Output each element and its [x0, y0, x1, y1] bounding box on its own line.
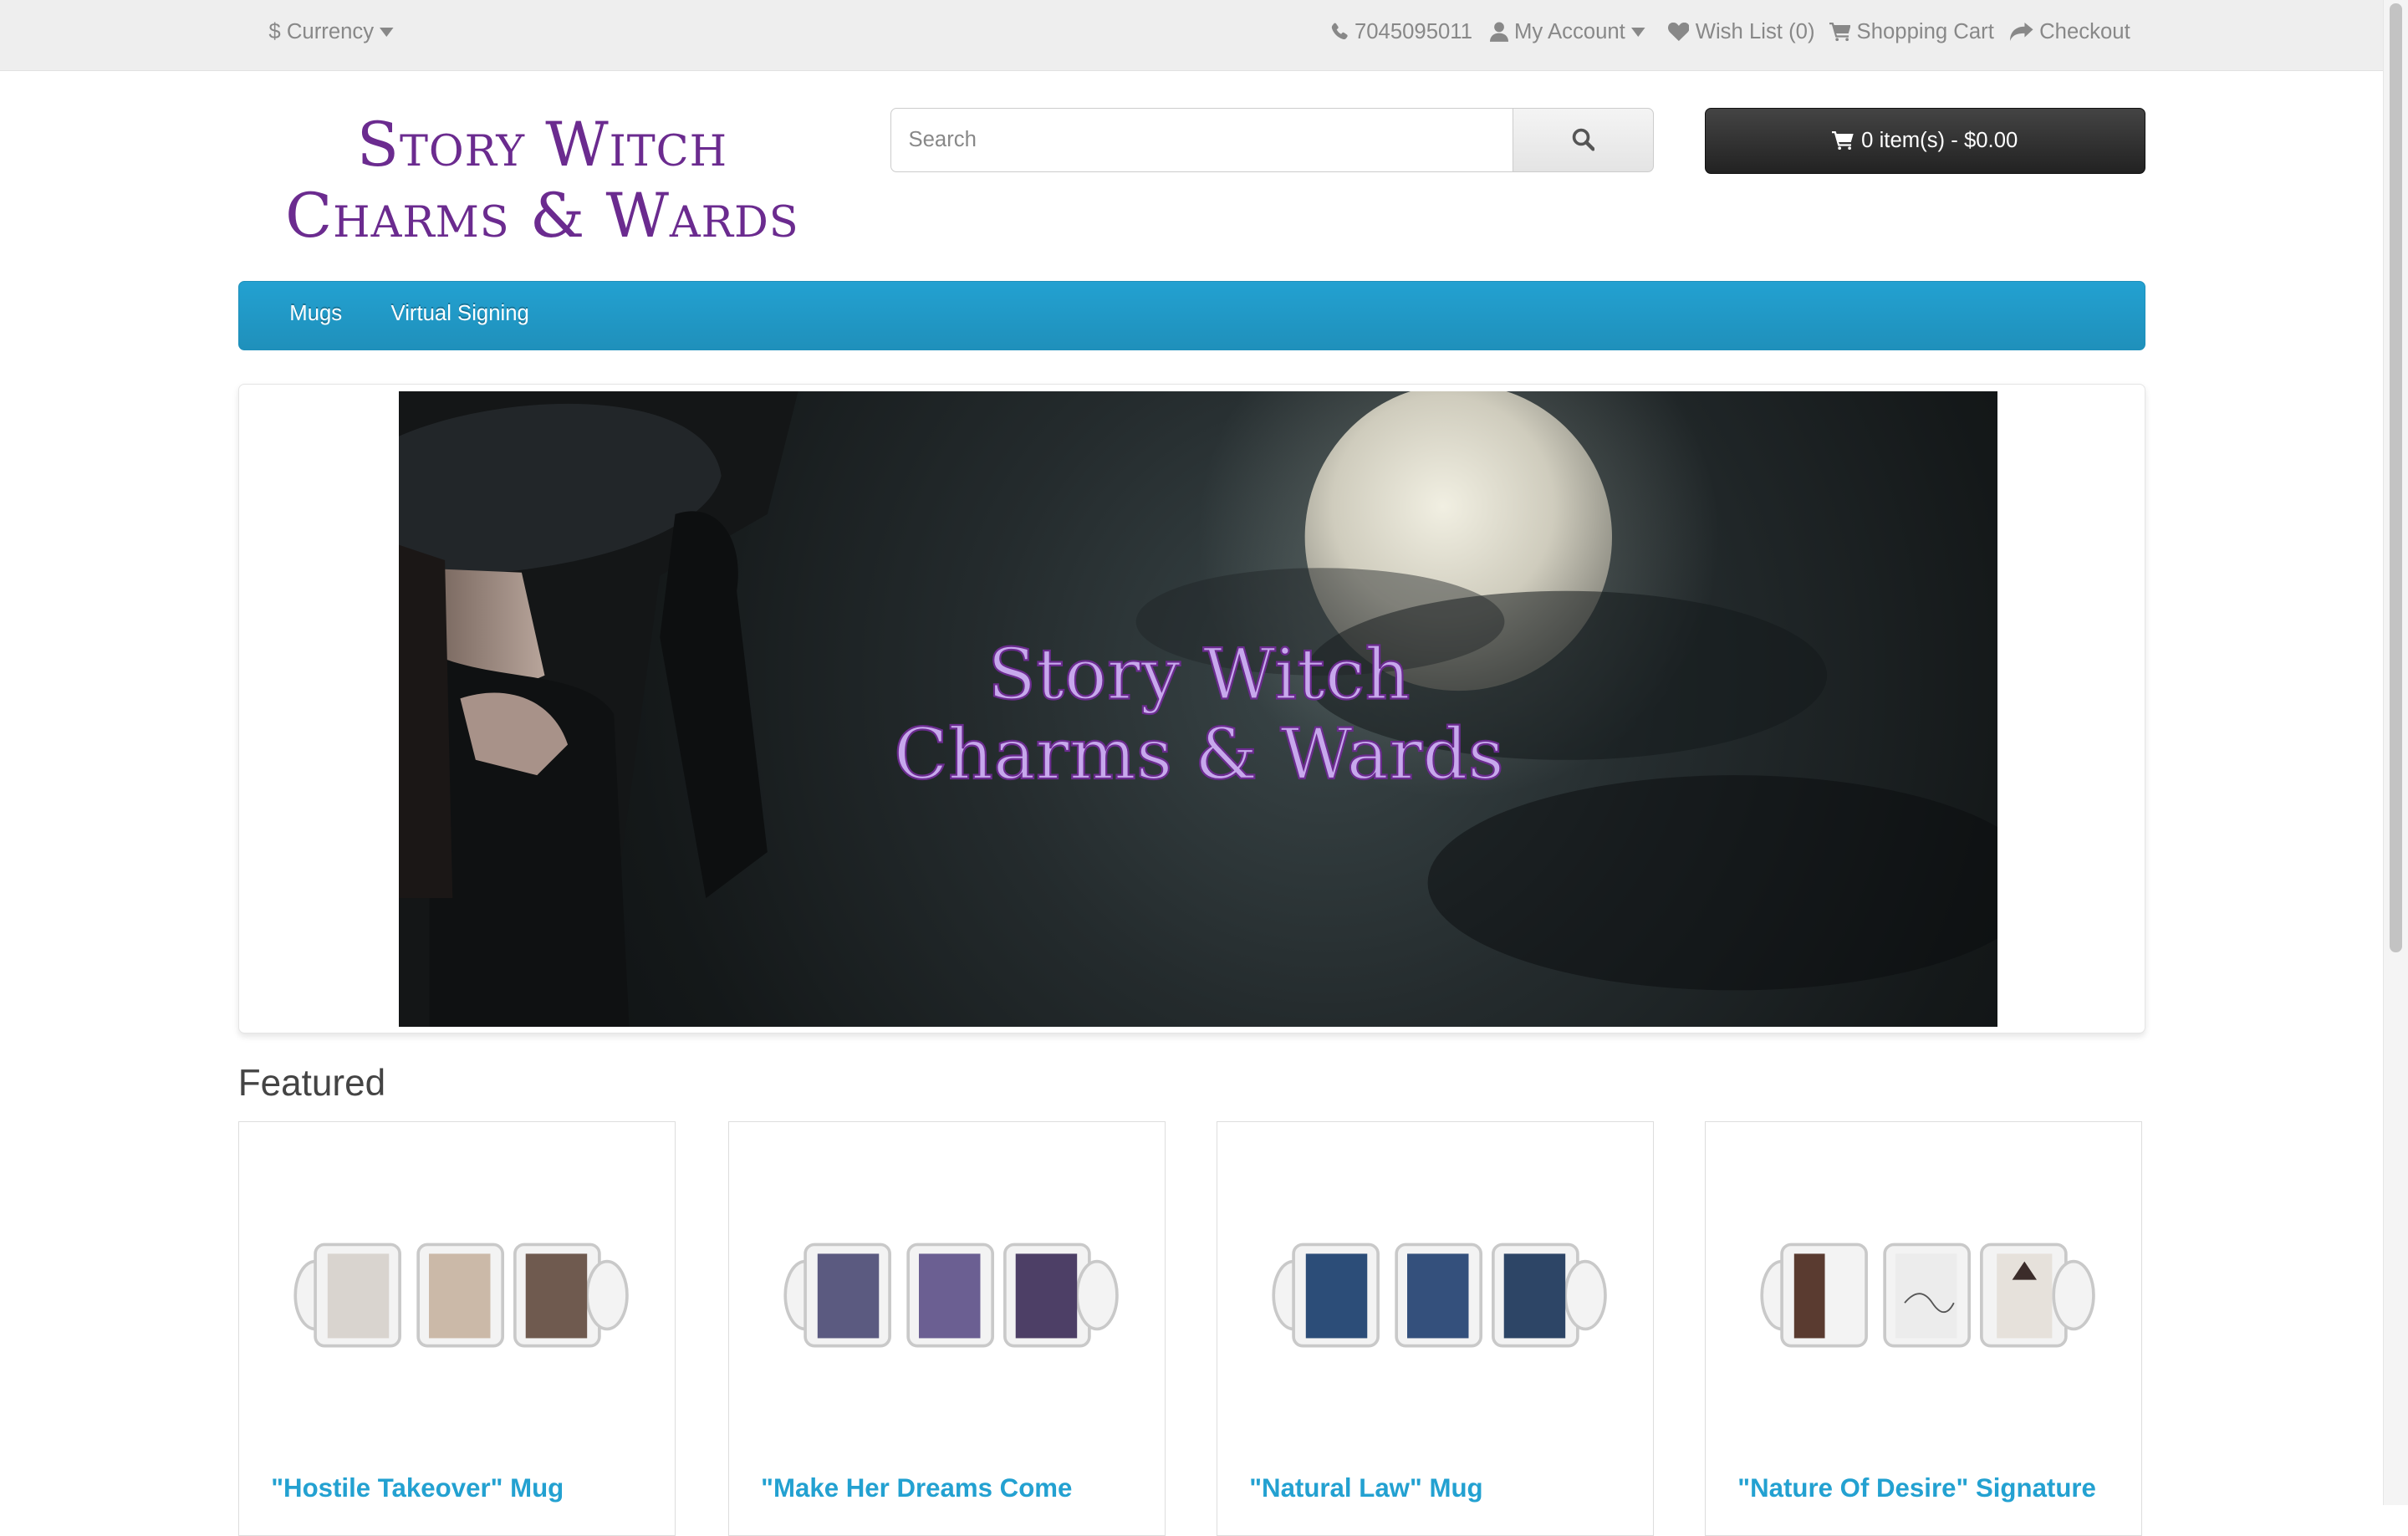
product-name[interactable]: "Natural Law" Mug [1249, 1473, 1482, 1503]
menu-item-mugs[interactable]: Mugs [289, 302, 342, 326]
product-image[interactable] [1247, 1211, 1624, 1380]
wish-list-link[interactable]: Wish List (0) [1667, 19, 1815, 44]
main-menu: Mugs Virtual Signing [237, 281, 2145, 350]
slideshow: Story Witch Charms & Wards [237, 384, 2145, 1034]
user-icon [1489, 22, 1508, 43]
product-image[interactable] [759, 1211, 1135, 1380]
checkout-label: Checkout [2039, 19, 2130, 43]
heart-icon [1667, 23, 1690, 42]
scrollbar-thumb[interactable] [2389, 3, 2402, 952]
shopping-cart-label: Shopping Cart [1856, 19, 1994, 43]
banner-title-line-2: Charms & Wards [894, 712, 1504, 794]
featured-heading: Featured [237, 1062, 386, 1104]
product-card[interactable]: "Hostile Takeover" Mug [237, 1120, 676, 1536]
search-field-wrapper [890, 107, 1514, 172]
my-account-dropdown[interactable]: My Account [1489, 19, 1645, 44]
product-name[interactable]: "Hostile Takeover" Mug [271, 1473, 564, 1503]
page-scrollbar[interactable] [2382, 0, 2408, 1505]
wish-list-label: Wish List (0) [1695, 19, 1815, 43]
logo-line-2: Charms & Wards [285, 180, 799, 252]
currency-label: $ Currency [268, 19, 375, 43]
search-icon [1572, 129, 1595, 151]
top-bar: $ Currency 7045095011 My Account Wish Li… [0, 0, 2384, 72]
menu-item-virtual-signing[interactable]: Virtual Signing [391, 302, 529, 326]
cart-summary-label: 0 item(s) - $0.00 [1861, 128, 2018, 152]
share-icon [2010, 23, 2033, 42]
product-image[interactable] [269, 1211, 645, 1380]
product-card[interactable]: "Make Her Dreams Come [727, 1120, 1166, 1536]
banner-image[interactable]: Story Witch Charms & Wards [398, 390, 1997, 1027]
caret-down-icon [1631, 27, 1645, 37]
phone-icon [1331, 23, 1348, 40]
banner-artwork: Story Witch Charms & Wards [398, 390, 1997, 1027]
product-card[interactable]: "Natural Law" Mug [1216, 1120, 1655, 1536]
banner-title-line-1: Story Witch [987, 633, 1411, 715]
currency-dropdown[interactable]: $ Currency [268, 20, 394, 44]
phone-link[interactable]: 7045095011 [1330, 20, 1472, 44]
shopping-cart-link[interactable]: Shopping Cart [1829, 20, 1994, 44]
my-account-label: My Account [1513, 19, 1625, 43]
product-card[interactable]: "Nature Of Desire" Signature [1704, 1120, 2143, 1536]
cart-summary-button[interactable]: 0 item(s) - $0.00 [1704, 107, 2145, 174]
search-input[interactable] [891, 108, 1513, 171]
product-name[interactable]: "Make Her Dreams Come [761, 1473, 1072, 1503]
phone-number: 7045095011 [1354, 19, 1472, 43]
product-image[interactable] [1736, 1211, 2112, 1380]
cart-icon [1832, 131, 1854, 151]
checkout-link[interactable]: Checkout [2010, 20, 2130, 44]
caret-down-icon [380, 27, 394, 37]
logo-line-1: Story Witch [356, 110, 727, 181]
witch-figure [398, 390, 798, 1027]
search-button[interactable] [1513, 107, 1655, 172]
product-name[interactable]: "Nature Of Desire" Signature [1737, 1473, 2096, 1503]
store-logo[interactable]: Story Witch Charms & Wards [242, 110, 841, 252]
cart-icon [1829, 23, 1851, 42]
